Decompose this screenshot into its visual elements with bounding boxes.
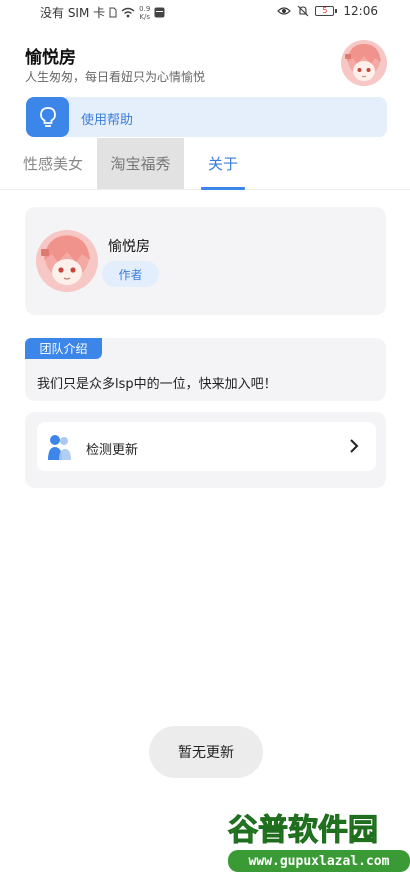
help-label: 使用帮助 xyxy=(81,113,134,128)
author-name: 愉悦房 xyxy=(108,239,150,255)
chevron-right-icon xyxy=(350,439,359,453)
watermark-logo: 谷普软件园 xyxy=(228,813,379,849)
app-title: 愉悦房 xyxy=(25,48,76,68)
wifi-icon xyxy=(121,7,135,18)
watermark: 谷普软件园 www.gupuxlazal.com xyxy=(224,810,410,875)
tab-bar: 性感美女 淘宝福秀 关于 xyxy=(0,138,410,190)
notification-icon xyxy=(154,7,165,18)
help-banner[interactable]: 使用帮助 xyxy=(26,97,387,137)
help-icon-box xyxy=(26,97,69,137)
tab-taobao[interactable]: 淘宝福秀 xyxy=(97,138,184,189)
sim-icon xyxy=(109,7,117,18)
check-update-button[interactable]: 检测更新 xyxy=(37,422,376,471)
app-subtitle: 人生匆匆，每日看妞只为心情愉悦 xyxy=(25,70,206,84)
team-intro-tag: 团队介绍 xyxy=(25,338,102,359)
avatar[interactable] xyxy=(341,40,387,86)
net-speed-unit: K/s xyxy=(139,12,151,21)
clock: 12:06 xyxy=(343,4,378,18)
tab-about[interactable]: 关于 xyxy=(188,138,258,189)
net-speed-value: 0.9 xyxy=(139,4,151,13)
check-update-label: 检测更新 xyxy=(86,443,139,458)
user-icon xyxy=(48,435,71,460)
author-role-badge: 作者 xyxy=(102,261,159,287)
status-right: 5 12:06 xyxy=(277,4,378,18)
update-card: 检测更新 xyxy=(25,412,386,488)
team-intro-card: 团队介绍 我们只是众多lsp中的一位，快来加入吧！ xyxy=(25,338,386,401)
tab-active-indicator xyxy=(201,187,245,190)
team-intro-description: 我们只是众多lsp中的一位，快来加入吧！ xyxy=(37,377,277,392)
svg-text:谷普软件园: 谷普软件园 xyxy=(228,813,378,848)
toast-message: 暂无更新 xyxy=(149,726,263,778)
mute-bell-icon xyxy=(298,5,309,17)
eye-icon xyxy=(277,7,292,15)
carrier-label: 没有 SIM 卡 xyxy=(40,6,106,20)
battery-icon: 5 xyxy=(315,6,338,16)
lightbulb-icon xyxy=(39,107,56,127)
net-speed: 0.9 K/s xyxy=(139,5,150,21)
status-left: 没有 SIM 卡 0.9 K/s xyxy=(40,4,165,21)
battery-level: 5 xyxy=(315,6,335,16)
author-card: 愉悦房 作者 xyxy=(25,207,386,315)
watermark-url: www.gupuxlazal.com xyxy=(228,850,410,872)
author-avatar xyxy=(36,230,98,292)
status-bar: 没有 SIM 卡 0.9 K/s 5 12:06 xyxy=(0,0,410,24)
tab-sexy-beauty[interactable]: 性感美女 xyxy=(10,138,96,189)
